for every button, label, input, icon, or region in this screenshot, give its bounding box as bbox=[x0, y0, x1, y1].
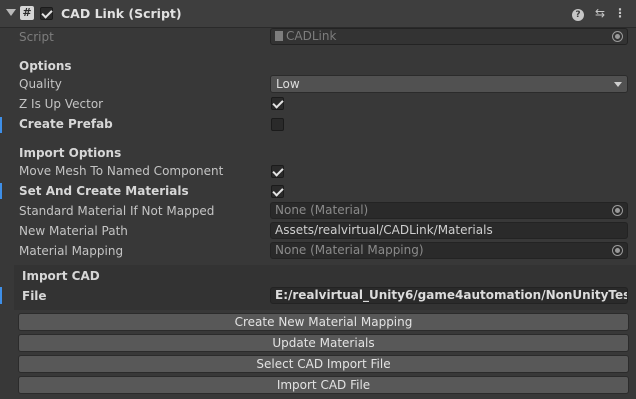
set-create-materials-checkbox[interactable] bbox=[271, 185, 284, 198]
material-mapping-label: Material Mapping bbox=[19, 244, 124, 258]
std-material-field[interactable]: None (Material) bbox=[270, 202, 628, 219]
script-label: Script bbox=[19, 30, 54, 44]
new-path-value: Assets/realvirtual/CADLink/Materials bbox=[275, 223, 493, 237]
new-path-input[interactable]: Assets/realvirtual/CADLink/Materials bbox=[270, 222, 628, 239]
script-value: CADLink bbox=[286, 29, 337, 43]
select-cad-file-button[interactable]: Select CAD Import File bbox=[18, 355, 629, 373]
material-mapping-value: None (Material Mapping) bbox=[275, 243, 424, 257]
import-options-heading: Import Options bbox=[19, 146, 122, 160]
modified-indicator bbox=[0, 183, 2, 199]
foldout-arrow-icon[interactable] bbox=[6, 9, 16, 16]
z-up-checkbox[interactable] bbox=[271, 97, 284, 110]
set-create-materials-label: Set And Create Materials bbox=[19, 184, 189, 198]
modified-indicator bbox=[0, 287, 2, 304]
material-mapping-field[interactable]: None (Material Mapping) bbox=[270, 242, 628, 259]
component-title: CAD Link (Script) bbox=[61, 6, 182, 21]
script-file-icon bbox=[275, 31, 283, 41]
move-mesh-checkbox[interactable] bbox=[271, 165, 284, 178]
update-materials-button[interactable]: Update Materials bbox=[18, 334, 629, 352]
import-cad-heading: Import CAD bbox=[22, 269, 100, 283]
preset-icon[interactable]: ⇆ bbox=[592, 5, 608, 21]
create-prefab-checkbox[interactable] bbox=[271, 118, 284, 131]
create-material-mapping-button[interactable]: Create New Material Mapping bbox=[18, 313, 629, 331]
move-mesh-label: Move Mesh To Named Component bbox=[19, 164, 224, 178]
modified-indicator bbox=[0, 117, 2, 133]
dropdown-caret-icon bbox=[614, 82, 622, 87]
std-material-label: Standard Material If Not Mapped bbox=[19, 204, 215, 218]
help-icon[interactable]: ? bbox=[570, 5, 586, 21]
script-field: CADLink bbox=[270, 28, 628, 45]
object-picker-icon bbox=[612, 31, 623, 42]
file-path-input[interactable]: E:/realvirtual_Unity6/game4automation/No… bbox=[270, 287, 628, 304]
script-component-icon: # bbox=[20, 6, 34, 20]
new-path-label: New Material Path bbox=[19, 224, 128, 238]
file-path-value: E:/realvirtual_Unity6/game4automation/No… bbox=[275, 288, 627, 302]
object-picker-icon[interactable] bbox=[612, 205, 623, 216]
z-up-label: Z Is Up Vector bbox=[19, 97, 104, 111]
file-label: File bbox=[22, 289, 47, 303]
kebab-menu-icon[interactable]: ⋮ bbox=[612, 5, 628, 21]
create-prefab-label: Create Prefab bbox=[19, 117, 113, 131]
quality-value: Low bbox=[276, 77, 300, 91]
options-heading: Options bbox=[19, 59, 72, 73]
quality-label: Quality bbox=[19, 77, 62, 91]
import-cad-file-button[interactable]: Import CAD File bbox=[18, 376, 629, 394]
std-material-value: None (Material) bbox=[275, 203, 369, 217]
object-picker-icon[interactable] bbox=[612, 245, 623, 256]
quality-dropdown[interactable]: Low bbox=[270, 75, 628, 93]
component-header[interactable]: # CAD Link (Script) ? ⇆ ⋮ bbox=[0, 0, 636, 28]
component-enabled-checkbox[interactable] bbox=[40, 7, 53, 20]
